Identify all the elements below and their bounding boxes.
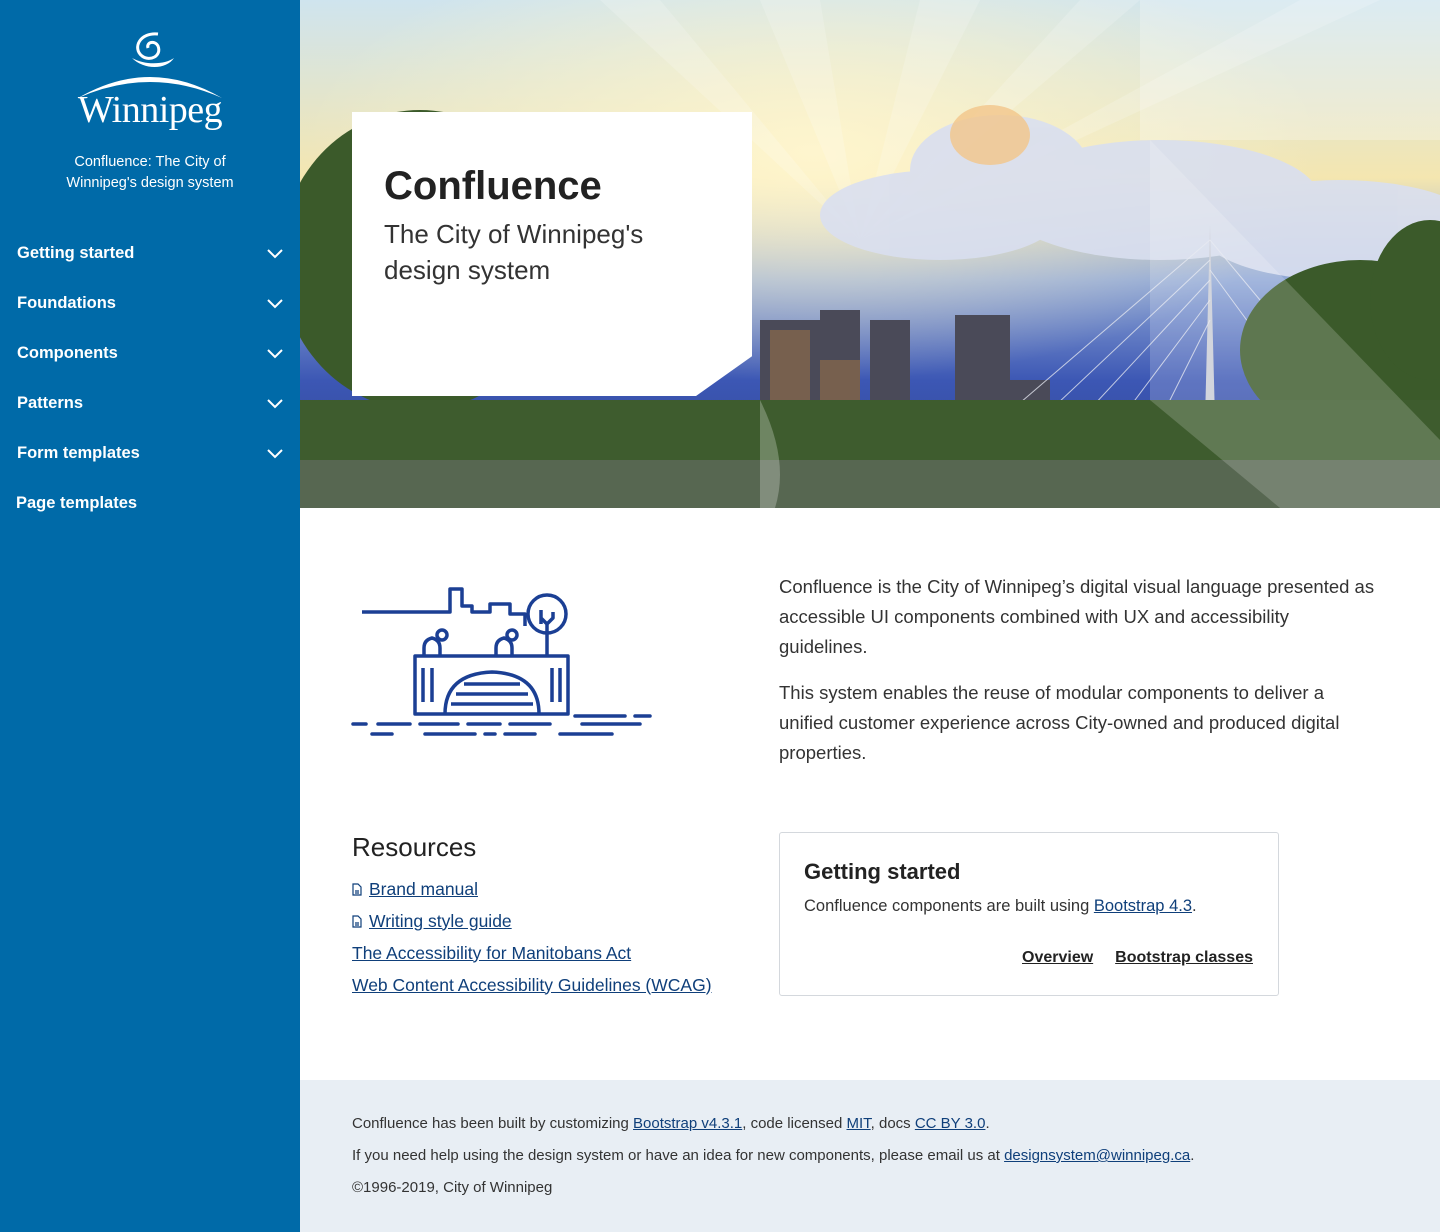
sidebar-item-label: Page templates [16,493,138,512]
bootstrap-link[interactable]: Bootstrap 4.3 [1094,897,1192,915]
site-tagline: Confluence: The City of Winnipeg's desig… [66,154,234,191]
getting-started-text-after: . [1192,897,1197,915]
chevron-down-icon[interactable] [266,444,284,462]
logo-wordmark: Winnipeg [77,89,223,131]
resources-section: Resources Brand manual Writing style gui… [352,832,752,1001]
footer-text: , code licensed [742,1115,847,1132]
document-icon [352,914,362,928]
hero-subtitle: The City of Winnipeg's design system [384,219,644,285]
mit-license-link[interactable]: MIT [846,1115,870,1132]
sidebar-nav: Getting started Foundations Components P… [0,228,300,528]
sidebar-item-getting-started[interactable]: Getting started [0,228,300,278]
hero-card: Confluence The City of Winnipeg's design… [352,112,752,396]
main-content: Confluence is the City of Winnipeg’s dig… [300,508,1440,1080]
getting-started-text: Confluence components are built using Bo… [804,897,1254,916]
chevron-down-icon[interactable] [266,344,284,362]
chevron-down-icon[interactable] [266,394,284,412]
footer-text: , docs [870,1115,915,1132]
footer-credits: Confluence has been built by customizing… [352,1114,1388,1146]
footer-text: If you need help using the design system… [352,1147,1005,1164]
overview-link[interactable]: Overview [1022,949,1093,967]
sidebar-item-label: Components [17,343,118,362]
cc-by-link[interactable]: CC BY 3.0 [915,1115,986,1132]
footer-copyright: ©1996-2019, City of Winnipeg [352,1179,553,1196]
link-label: Writing style guide [369,910,512,931]
link-label: Web Content Accessibility Guidelines (WC… [352,974,712,995]
intro-text: Confluence is the City of Winnipeg’s dig… [779,572,1379,784]
chevron-down-icon[interactable] [266,294,284,312]
winnipeg-logo[interactable]: Winnipeg [70,30,230,140]
getting-started-text-before: Confluence components are built using [804,897,1094,915]
intro-paragraph: This system enables the reuse of modular… [779,682,1340,763]
sidebar-item-patterns[interactable]: Patterns [0,378,300,428]
link-label: The Accessibility for Manitobans Act [352,942,632,963]
sidebar-item-foundations[interactable]: Foundations [0,278,300,328]
intro-paragraph: Confluence is the City of Winnipeg’s dig… [779,576,1375,657]
footer: Confluence has been built by customizing… [300,1080,1440,1232]
resources-heading: Resources [352,832,477,862]
hero-title: Confluence [384,164,602,208]
footer-contact: If you need help using the design system… [352,1146,1388,1178]
bootstrap-classes-link[interactable]: Bootstrap classes [1115,949,1253,967]
getting-started-card: Getting started Confluence components ar… [779,832,1279,996]
footer-text: . [985,1115,990,1132]
getting-started-actions: Overview Bootstrap classes [1022,949,1253,967]
chevron-down-icon[interactable] [266,244,284,262]
hero-banner: Confluence The City of Winnipeg's design… [300,0,1440,508]
sidebar: Winnipeg Confluence: The City of Winnipe… [0,0,300,1232]
email-link[interactable]: designsystem@winnipeg.ca [1004,1147,1190,1164]
sidebar-item-label: Patterns [17,393,84,412]
bootstrap-version-link[interactable]: Bootstrap v4.3.1 [633,1115,742,1132]
sidebar-item-page-templates[interactable]: Page templates [0,478,300,528]
city-hall-illustration-icon [351,587,652,736]
sidebar-item-form-templates[interactable]: Form templates [0,428,300,478]
sidebar-item-label: Foundations [17,293,116,312]
document-icon [352,882,362,896]
sidebar-item-label: Getting started [17,243,135,262]
footer-text: Confluence has been built by customizing [352,1115,634,1132]
accessibility-manitobans-act-link[interactable]: The Accessibility for Manitobans Act [352,937,752,969]
link-label: Brand manual [369,878,478,899]
wcag-link[interactable]: Web Content Accessibility Guidelines (WC… [352,969,752,1001]
brand-manual-link[interactable]: Brand manual [352,873,752,905]
writing-style-guide-link[interactable]: Writing style guide [352,905,752,937]
footer-text: . [1190,1147,1195,1164]
sidebar-item-components[interactable]: Components [0,328,300,378]
getting-started-title: Getting started [804,859,961,884]
sidebar-item-label: Form templates [17,443,140,462]
